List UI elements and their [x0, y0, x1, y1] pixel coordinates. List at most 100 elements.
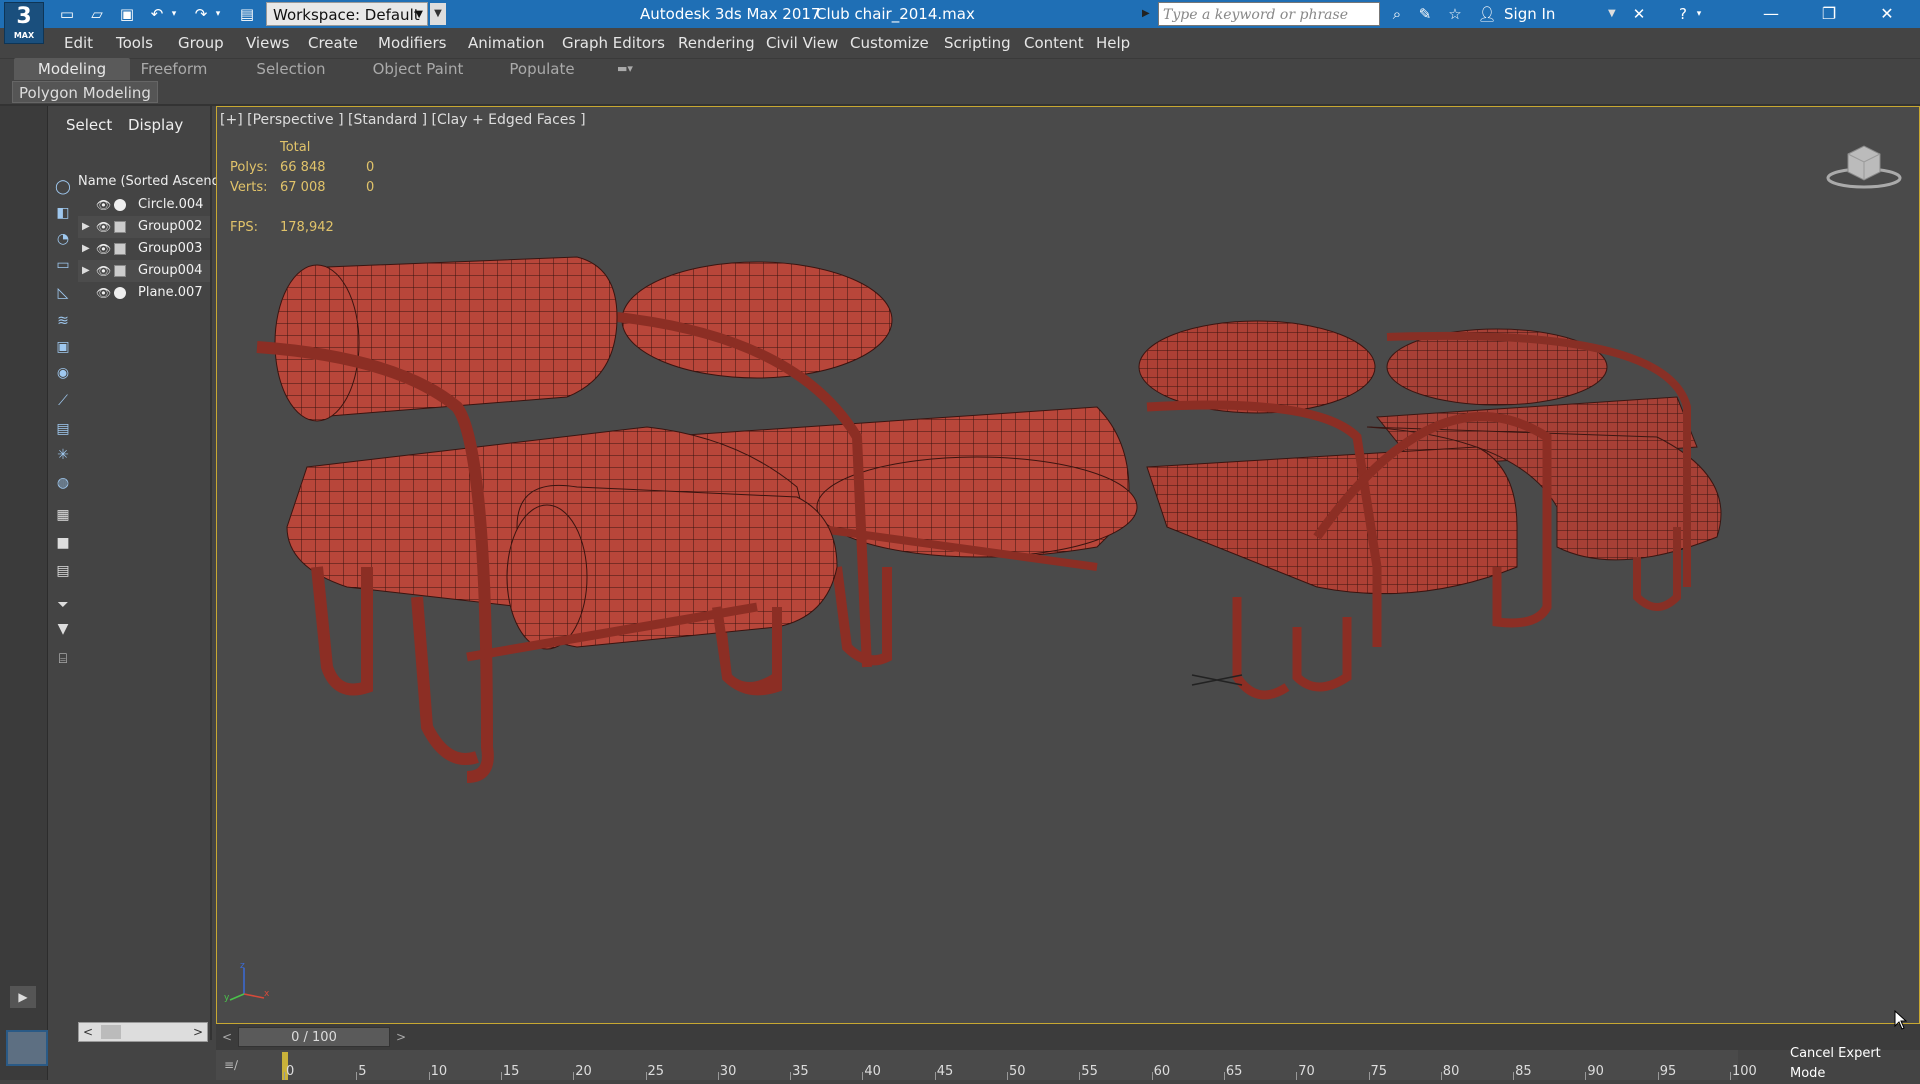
- curve-editor-icon[interactable]: ≡∕: [224, 1054, 264, 1076]
- menu-tools[interactable]: Tools: [116, 28, 153, 58]
- column-header-name[interactable]: Name (Sorted Ascendi: [78, 172, 224, 192]
- help-dropdown-icon[interactable]: ▾: [1694, 4, 1704, 24]
- eye-icon[interactable]: 👁︎: [96, 216, 112, 238]
- viewcube-icon[interactable]: [1824, 142, 1904, 190]
- exchange-apps-icon[interactable]: ✕: [1628, 4, 1650, 24]
- tick-label: 55: [1081, 1064, 1098, 1079]
- scroll-right-icon[interactable]: >: [193, 1023, 203, 1041]
- play-icon[interactable]: ▶: [10, 986, 36, 1008]
- restore-icon[interactable]: ❐: [1800, 0, 1858, 28]
- time-slider-thumb[interactable]: 0 / 100: [238, 1027, 390, 1047]
- tick-label: 35: [792, 1064, 809, 1079]
- tree-row[interactable]: 👁︎ Plane.007: [78, 282, 210, 304]
- cancel-expert-mode-button[interactable]: Cancel Expert Mode: [1790, 1044, 1920, 1081]
- menu-content[interactable]: Content: [1024, 28, 1084, 58]
- perspective-viewport[interactable]: [216, 106, 1920, 1024]
- expand-icon[interactable]: ▶: [82, 260, 94, 282]
- display-helpers-icon[interactable]: ≋: [52, 310, 74, 332]
- display-bones-icon[interactable]: ⟋: [52, 390, 74, 412]
- close-icon[interactable]: ✕: [1858, 0, 1916, 28]
- menu-group[interactable]: Group: [178, 28, 224, 58]
- tree-row[interactable]: 👁︎ Circle.004: [78, 194, 210, 216]
- menu-edit[interactable]: Edit: [64, 28, 93, 58]
- slider-prev-icon[interactable]: <: [218, 1027, 236, 1047]
- menu-modifiers[interactable]: Modifiers: [378, 28, 446, 58]
- tree-row[interactable]: ▶ 👁︎ Group002: [78, 216, 210, 238]
- scroll-thumb[interactable]: [101, 1025, 121, 1039]
- user-icon[interactable]: 👤︎: [1476, 4, 1498, 24]
- ribbon-toggle-icon[interactable]: ▬▾: [610, 58, 640, 80]
- display-cameras-icon[interactable]: ◺: [52, 282, 74, 304]
- display-xrefs-icon[interactable]: ✳: [52, 444, 74, 466]
- tick-label: 60: [1153, 1064, 1171, 1079]
- binoculars-icon[interactable]: ⌕: [1386, 4, 1408, 24]
- app-logo-button[interactable]: 3 MAX: [4, 2, 44, 44]
- menu-animation[interactable]: Animation: [468, 28, 544, 58]
- menu-customize[interactable]: Customize: [850, 28, 929, 58]
- eye-icon[interactable]: 👁︎: [96, 238, 112, 260]
- sign-in-button[interactable]: Sign In: [1504, 0, 1555, 28]
- viewport-layout-tab[interactable]: [6, 1030, 48, 1066]
- display-shapes-icon[interactable]: ◔: [52, 228, 74, 250]
- find-icon[interactable]: ⌸: [52, 648, 74, 670]
- display-lights-icon[interactable]: ▭: [52, 254, 74, 276]
- invert-display-icon[interactable]: ■: [52, 532, 74, 554]
- favorites-star-icon[interactable]: ☆: [1444, 4, 1466, 24]
- tab-modeling[interactable]: Modeling: [14, 58, 130, 80]
- display-spacewarps-icon[interactable]: ▣: [52, 336, 74, 358]
- new-file-icon[interactable]: ▭: [56, 4, 78, 24]
- menu-create[interactable]: Create: [308, 28, 358, 58]
- search-expand-icon[interactable]: ▶: [1142, 6, 1154, 22]
- menu-views[interactable]: Views: [246, 28, 289, 58]
- help-icon[interactable]: ?: [1672, 4, 1694, 24]
- menu-help[interactable]: Help: [1096, 28, 1130, 58]
- tree-row[interactable]: ▶ 👁︎ Group004: [78, 260, 210, 282]
- workspace-select[interactable]: Workspace: Default ▼: [266, 2, 428, 26]
- display-geometry-icon[interactable]: ◧: [52, 202, 74, 224]
- scroll-left-icon[interactable]: <: [83, 1023, 93, 1041]
- tick-mark: [790, 1072, 792, 1080]
- layer-manager-icon[interactable]: ▤: [52, 560, 74, 582]
- display-groups-icon[interactable]: ◉: [52, 362, 74, 384]
- display-none-icon[interactable]: ▦: [52, 504, 74, 526]
- open-file-icon[interactable]: ▱: [86, 4, 108, 24]
- menu-civil-view[interactable]: Civil View: [766, 28, 838, 58]
- explorer-scrollbar[interactable]: < >: [78, 1022, 208, 1042]
- minimize-icon[interactable]: —: [1742, 0, 1800, 28]
- polygon-modeling-panel[interactable]: Polygon Modeling: [12, 81, 158, 103]
- tab-selection[interactable]: Selection: [250, 58, 332, 80]
- viewport-label-menu[interactable]: [+] [Perspective ] [Standard ] [Clay + E…: [220, 112, 586, 128]
- chevron-down-icon[interactable]: ▼: [1608, 0, 1616, 28]
- tree-row[interactable]: ▶ 👁︎ Group003: [78, 238, 210, 260]
- search-input[interactable]: Type a keyword or phrase: [1158, 2, 1380, 26]
- menu-graph-editors[interactable]: Graph Editors: [562, 28, 665, 58]
- workspace-expand-icon[interactable]: ▼: [430, 3, 446, 25]
- save-file-icon[interactable]: ▣: [116, 4, 138, 24]
- filter-icon[interactable]: ⏷: [52, 594, 74, 616]
- menu-scripting[interactable]: Scripting: [944, 28, 1011, 58]
- expand-icon[interactable]: ▶: [82, 238, 94, 260]
- project-folder-icon[interactable]: ▤: [236, 4, 258, 24]
- menu-rendering[interactable]: Rendering: [678, 28, 755, 58]
- slider-next-icon[interactable]: >: [392, 1027, 410, 1047]
- select-objects-icon[interactable]: ◯: [52, 176, 74, 198]
- tab-select[interactable]: Select: [66, 114, 112, 136]
- display-all-icon[interactable]: ◍: [52, 472, 74, 494]
- tab-freeform[interactable]: Freeform: [134, 58, 214, 80]
- eye-icon[interactable]: 👁︎: [96, 282, 112, 304]
- redo-icon[interactable]: ↷: [190, 4, 212, 24]
- communication-center-icon[interactable]: ✎: [1414, 4, 1436, 24]
- eye-icon[interactable]: 👁︎: [96, 260, 112, 282]
- undo-dropdown-icon[interactable]: ▾: [168, 4, 180, 24]
- display-containers-icon[interactable]: ▤: [52, 418, 74, 440]
- expand-icon[interactable]: ▶: [82, 216, 94, 238]
- tick-mark: [500, 1072, 502, 1080]
- tab-populate[interactable]: Populate: [502, 58, 582, 80]
- redo-dropdown-icon[interactable]: ▾: [212, 4, 224, 24]
- eye-icon[interactable]: 👁︎: [96, 194, 112, 216]
- filter-toggle-icon[interactable]: ▼: [52, 618, 74, 640]
- tab-display[interactable]: Display: [128, 114, 183, 136]
- stats-polys-label: Polys:: [230, 160, 268, 175]
- undo-icon[interactable]: ↶: [146, 4, 168, 24]
- tab-object-paint[interactable]: Object Paint: [370, 58, 466, 80]
